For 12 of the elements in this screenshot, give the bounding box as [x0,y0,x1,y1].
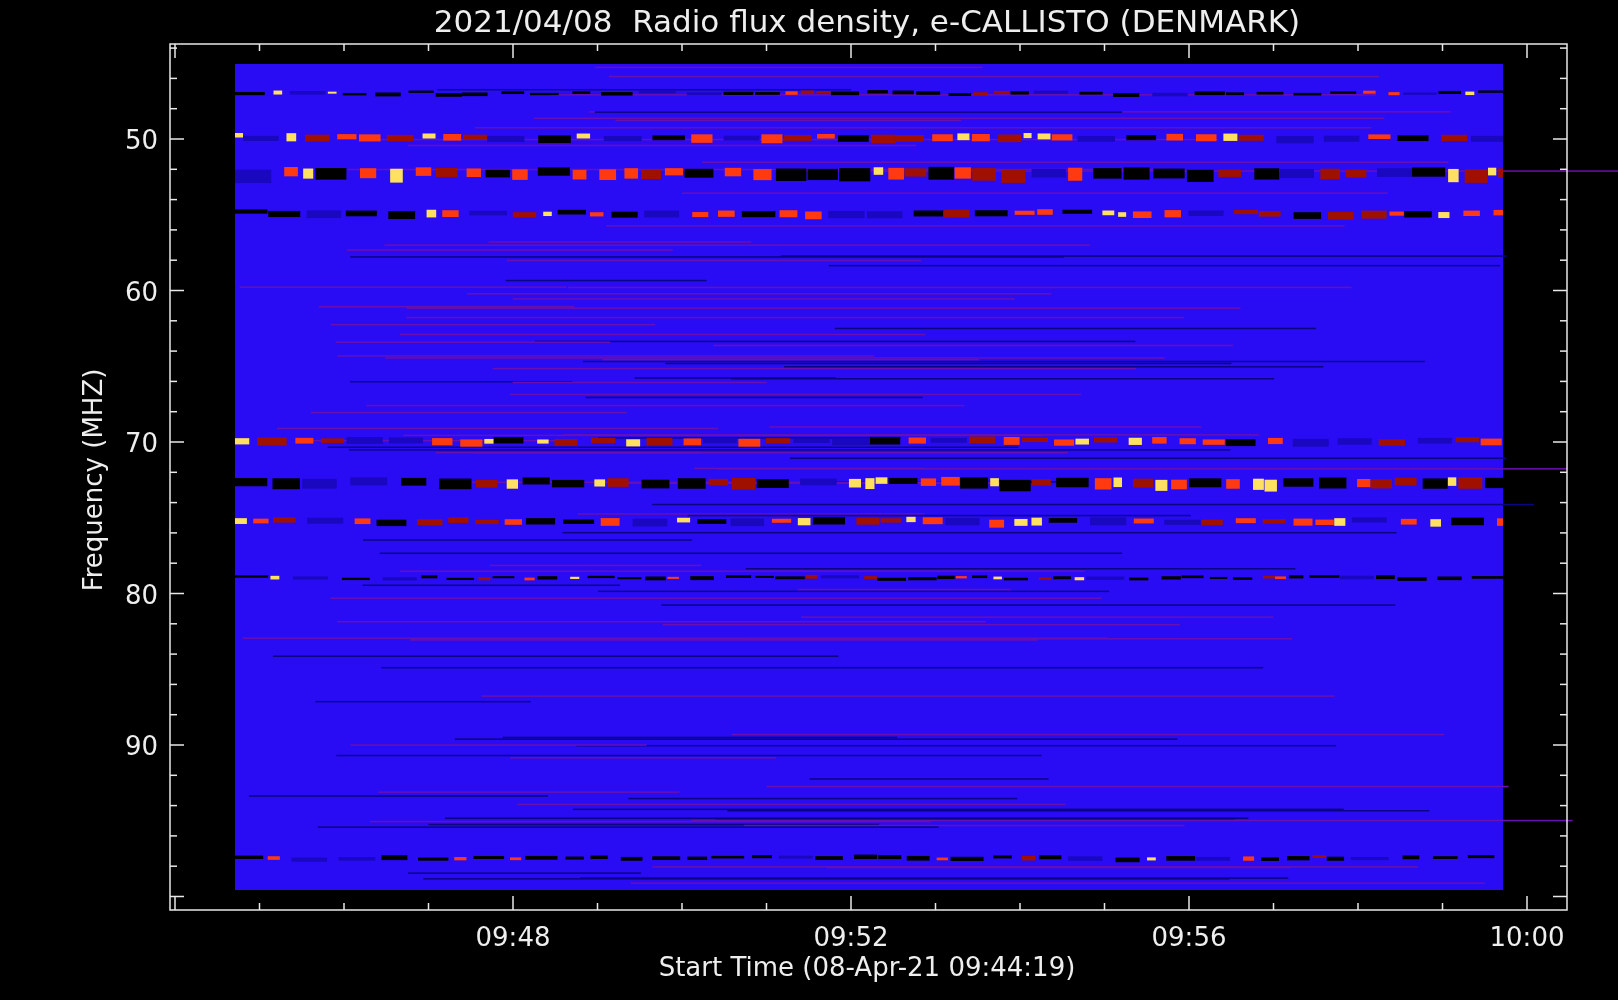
y-tick-label: 50 [124,125,158,155]
y-tick-label: 60 [124,276,158,307]
x-tick-label: 09:48 [475,922,551,952]
chart-title: 2021/04/08 Radio flux density, e-CALLISTO (DENMARK) [433,3,1301,39]
y-tick-label: 70 [124,428,158,458]
x-axis-label: Start Time (08-Apr-21 09:44:19) [658,952,1076,982]
x-tick-label: 09:52 [813,922,889,952]
y-tick-label: 80 [124,579,158,610]
y-tick-label: 90 [124,731,158,761]
x-tick-label: 09:56 [1151,922,1227,952]
x-tick-label: 10:00 [1489,922,1565,952]
y-axis-label: Frequency (MHZ) [78,368,108,592]
